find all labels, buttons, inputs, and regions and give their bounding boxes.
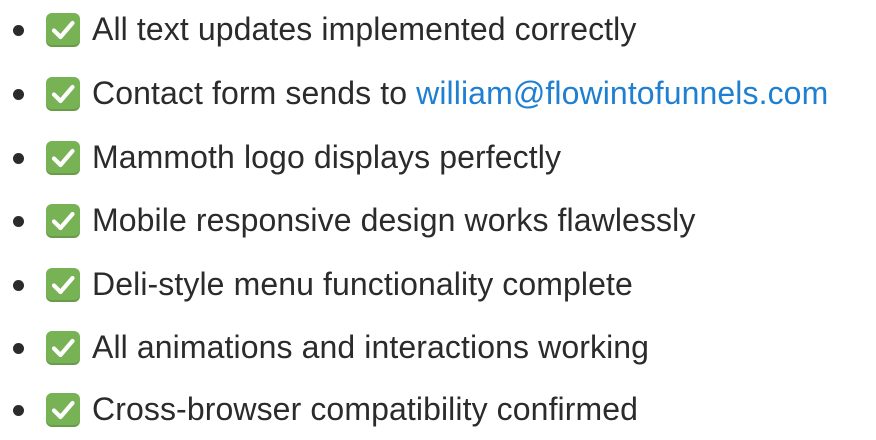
item-text: Cross-browser compatibility confirmed — [92, 391, 639, 428]
check-mark-icon — [46, 393, 80, 427]
list-item: All text updates implemented correctly — [0, 0, 876, 60]
bullet-icon — [13, 343, 24, 354]
list-item: Contact form sends to william@flowintofu… — [0, 64, 876, 124]
list-item: Mammoth logo displays perfectly — [0, 128, 876, 188]
check-mark-icon — [46, 141, 80, 175]
item-text: Contact form sends to william@flowintofu… — [92, 73, 828, 113]
bullet-icon — [13, 280, 24, 291]
list-item: Deli-style menu functionality complete — [0, 255, 876, 315]
bullet-icon — [13, 89, 24, 100]
item-text: Mobile responsive design works flawlessl… — [92, 202, 696, 239]
email-link[interactable]: william@flowintofunnels.com — [416, 75, 828, 111]
check-mark-icon — [46, 331, 80, 365]
item-text: Mammoth logo displays perfectly — [92, 139, 562, 176]
check-mark-icon — [46, 268, 80, 302]
list-item: Mobile responsive design works flawlessl… — [0, 191, 876, 251]
item-text: All animations and interactions working — [92, 329, 650, 366]
check-mark-icon — [46, 77, 80, 111]
list-item: Cross-browser compatibility confirmed — [0, 380, 876, 440]
item-text: All text updates implemented correctly — [92, 11, 637, 48]
list-item: All animations and interactions working — [0, 318, 876, 378]
item-text: Deli-style menu functionality complete — [92, 266, 633, 303]
item-text-prefix: Contact form sends to — [92, 75, 417, 112]
check-mark-icon — [46, 204, 80, 238]
bullet-icon — [13, 25, 24, 36]
check-mark-icon — [46, 13, 80, 47]
bullet-icon — [13, 216, 24, 227]
bullet-icon — [13, 405, 24, 416]
bullet-icon — [13, 153, 24, 164]
